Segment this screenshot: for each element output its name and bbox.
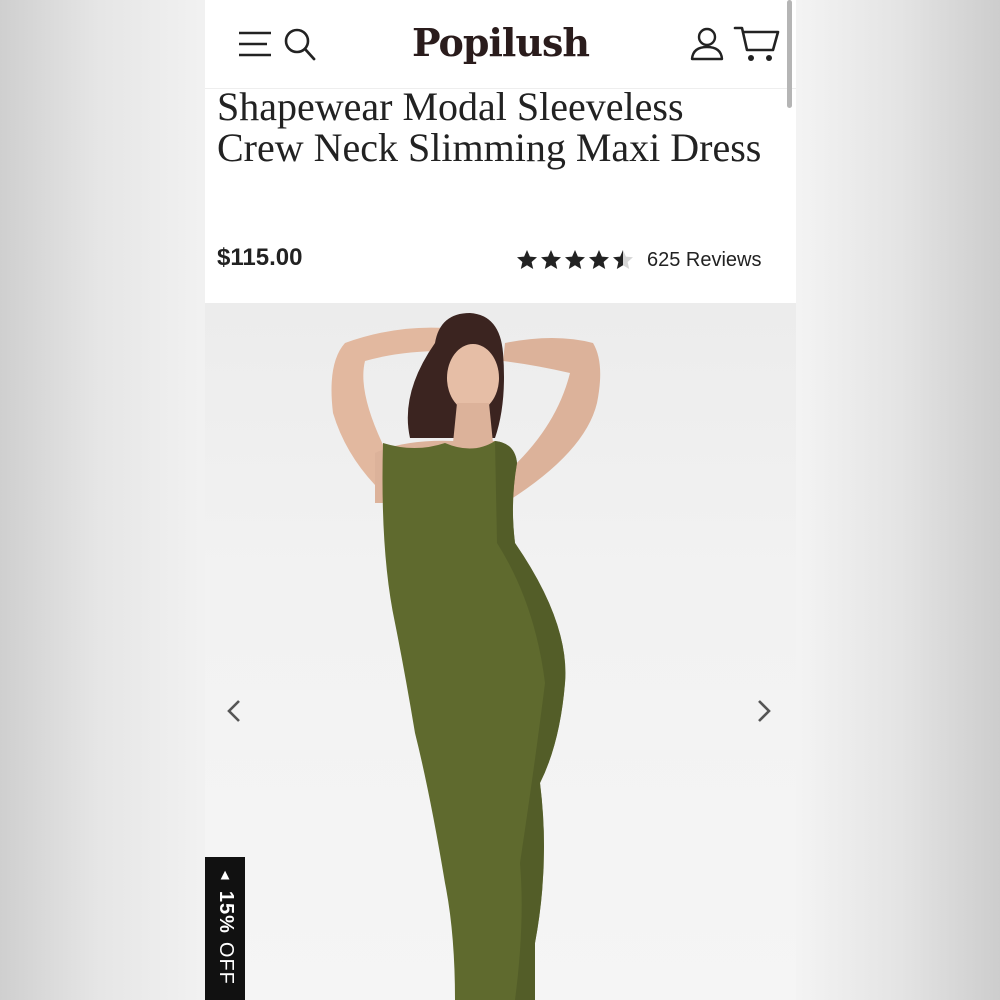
discount-off-label: OFF (215, 941, 237, 985)
site-header: Popilush (205, 0, 796, 89)
account-icon[interactable] (689, 26, 725, 62)
product-title: Shapewear Modal Sleeveless Crew Neck Sli… (217, 84, 762, 170)
discount-tab-label: ▲ 15% OFF (214, 866, 237, 985)
rating-summary[interactable]: 625 Reviews (515, 246, 762, 274)
star-icon (589, 250, 609, 269)
product-page: Popilush Shapewear Modal Sleeveless Crew… (205, 0, 796, 1000)
star-icon (517, 250, 537, 269)
product-photo (331, 313, 601, 1000)
product-price: $115.00 (217, 244, 303, 271)
play-triangle-icon: ▲ (217, 866, 234, 884)
chevron-left-icon[interactable] (219, 691, 249, 731)
scrollbar[interactable] (787, 0, 792, 108)
star-icon (541, 250, 561, 269)
star-icon (565, 250, 585, 269)
star-rating (515, 248, 635, 272)
discount-tab[interactable]: ▲ 15% OFF (205, 857, 245, 1000)
half-star-icon (613, 250, 633, 269)
discount-percent: 15% (215, 890, 237, 934)
cart-icon[interactable] (733, 24, 781, 64)
product-image-gallery[interactable] (205, 303, 796, 1000)
reviews-count[interactable]: 625 Reviews (647, 249, 762, 272)
chevron-right-icon[interactable] (749, 691, 779, 731)
